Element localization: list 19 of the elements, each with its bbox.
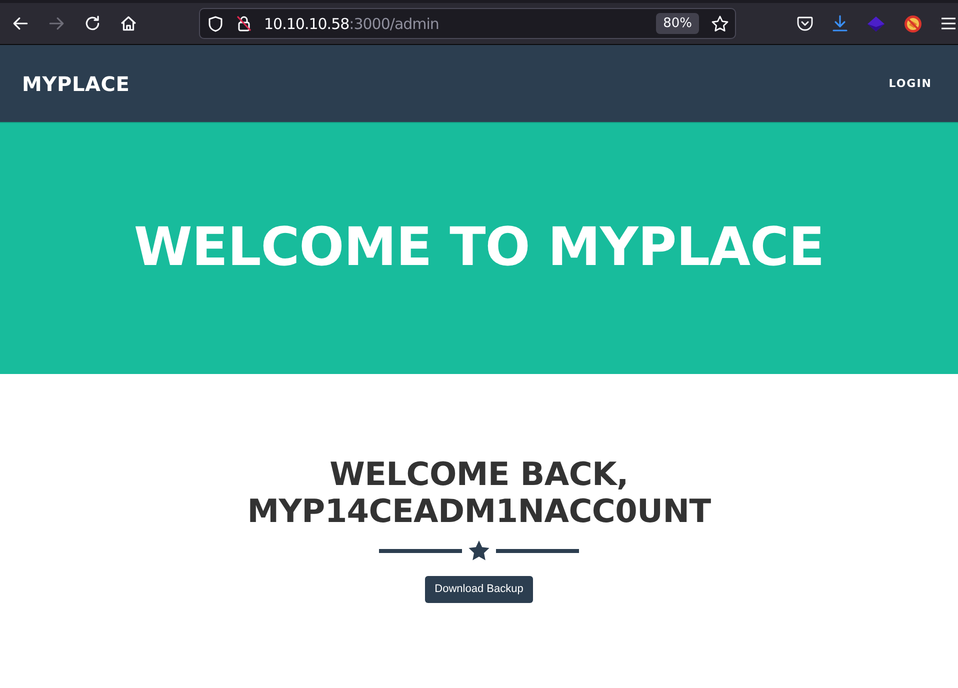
download-backup-button[interactable]: Download Backup xyxy=(424,576,534,603)
hero-title: WELCOME TO MYPLACE xyxy=(134,219,824,278)
home-icon[interactable] xyxy=(120,15,137,32)
welcome-heading: WELCOME BACK, MYP14CEADM1NACC0UNT xyxy=(246,456,712,530)
address-bar[interactable]: 10.10.10.58:3000/admin 80% xyxy=(199,8,736,39)
star-icon xyxy=(468,540,490,561)
nav-link[interactable]: LOGIN xyxy=(888,77,932,90)
blocked-extension-icon[interactable] xyxy=(904,14,922,32)
reload-icon[interactable] xyxy=(84,15,101,32)
pocket-icon[interactable] xyxy=(797,16,813,31)
lock-icon[interactable] xyxy=(236,15,252,32)
zoom-level-button[interactable]: 80% xyxy=(656,13,699,34)
url-text[interactable]: 10.10.10.58:3000/admin xyxy=(264,14,439,32)
back-arrow-icon[interactable] xyxy=(12,15,29,32)
star-icon[interactable] xyxy=(711,14,729,32)
menu-icon[interactable] xyxy=(941,17,956,30)
download-icon[interactable] xyxy=(832,15,848,32)
shield-icon[interactable] xyxy=(208,16,223,32)
site-brand[interactable]: MYPLACE xyxy=(22,72,130,96)
